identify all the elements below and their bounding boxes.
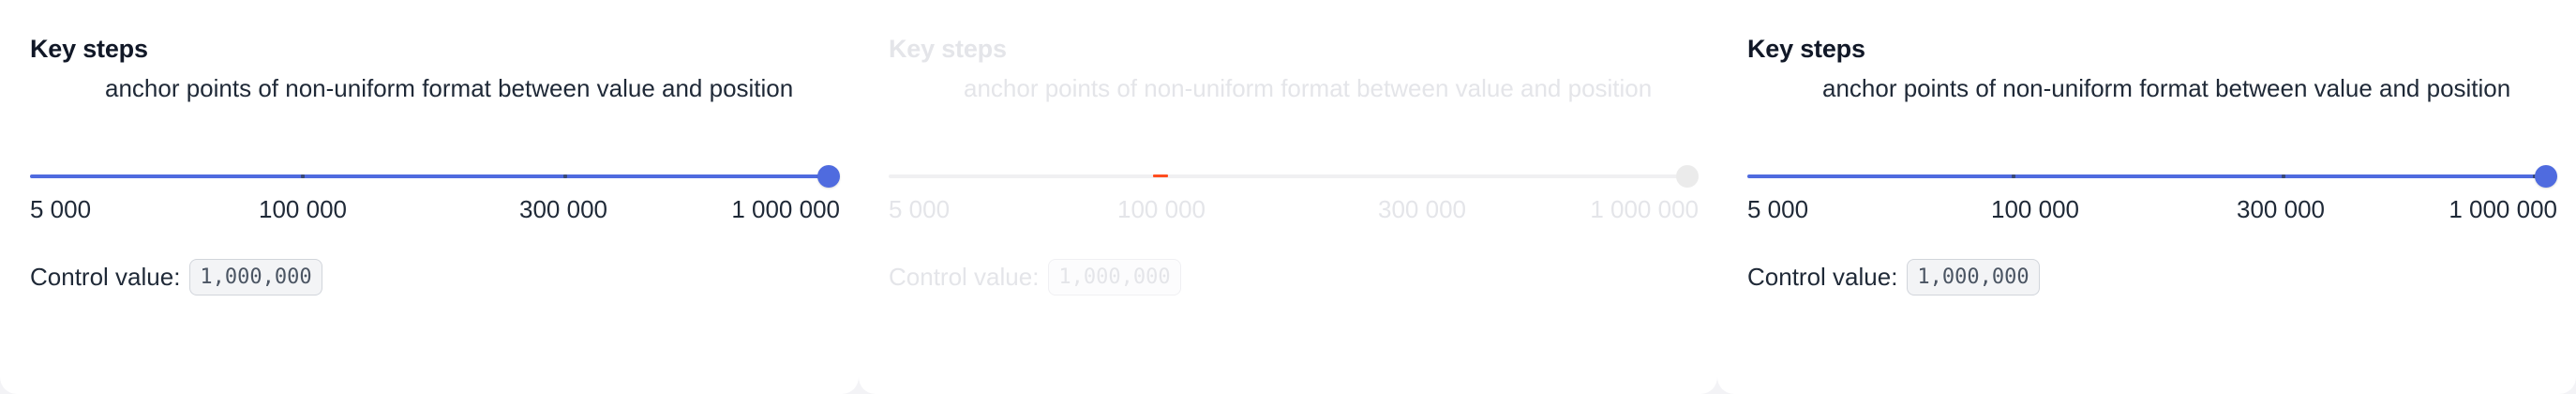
control-value-label: Control value:: [1747, 263, 1898, 291]
step-marker: [2282, 174, 2285, 178]
step-label: 100 000: [1117, 195, 1206, 223]
step-label: 1 000 000: [2449, 195, 2557, 223]
range-slider: [889, 163, 1699, 189]
panel-description: anchor points of non-uniform format betw…: [1822, 74, 2511, 102]
step-label: 5 000: [30, 195, 92, 223]
step-label: 300 000: [519, 195, 607, 223]
slider-thumb[interactable]: [2535, 165, 2557, 188]
step-labels: 5 000 100 000 300 000 1 000 000: [1747, 195, 2557, 227]
control-value-row: Control value: 1,000,000: [30, 259, 829, 296]
panel-description: anchor points of non-uniform format betw…: [964, 74, 1653, 102]
panel-description: anchor points of non-uniform format betw…: [105, 74, 794, 102]
slider-fill: [30, 174, 829, 178]
step-label: 1 000 000: [1590, 195, 1699, 223]
step-label: 300 000: [1378, 195, 1466, 223]
control-value-code: 1,000,000: [189, 259, 322, 296]
step-label: 300 000: [2237, 195, 2325, 223]
step-labels: 5 000 100 000 300 000 1 000 000: [889, 195, 1699, 227]
slider-track: [889, 174, 1699, 178]
slider-demo-panel: Key steps anchor points of non-uniform f…: [1717, 0, 2576, 394]
slider-fill: [1747, 174, 2546, 178]
step-label: 5 000: [1747, 195, 1809, 223]
step-label: 100 000: [1991, 195, 2079, 223]
panel-title: Key steps: [1747, 35, 1865, 63]
range-slider[interactable]: [30, 163, 840, 189]
slider-thumb[interactable]: [817, 165, 840, 188]
slider-demo-panel-disabled: Key steps anchor points of non-uniform f…: [859, 0, 1717, 394]
range-slider[interactable]: [1747, 163, 2557, 189]
step-marker: [563, 174, 567, 178]
panel-title: Key steps: [30, 35, 148, 63]
panel-title: Key steps: [889, 35, 1007, 63]
slider-thumb: [1676, 165, 1699, 188]
step-marker: [301, 174, 305, 178]
control-value-row: Control value: 1,000,000: [889, 259, 1687, 296]
control-value-code: 1,000,000: [1907, 259, 2040, 296]
step-label: 100 000: [259, 195, 347, 223]
step-marker: [2012, 174, 2015, 178]
control-value-label: Control value:: [889, 263, 1040, 291]
step-label: 1 000 000: [731, 195, 840, 223]
slider-demo-panel: Key steps anchor points of non-uniform f…: [0, 0, 859, 394]
step-labels: 5 000 100 000 300 000 1 000 000: [30, 195, 840, 227]
step-label: 5 000: [889, 195, 951, 223]
control-value-label: Control value:: [30, 263, 181, 291]
step-marker: [1153, 174, 1168, 177]
demo-row: Key steps anchor points of non-uniform f…: [0, 0, 2576, 394]
control-value-code: 1,000,000: [1048, 259, 1181, 296]
control-value-row: Control value: 1,000,000: [1747, 259, 2546, 296]
